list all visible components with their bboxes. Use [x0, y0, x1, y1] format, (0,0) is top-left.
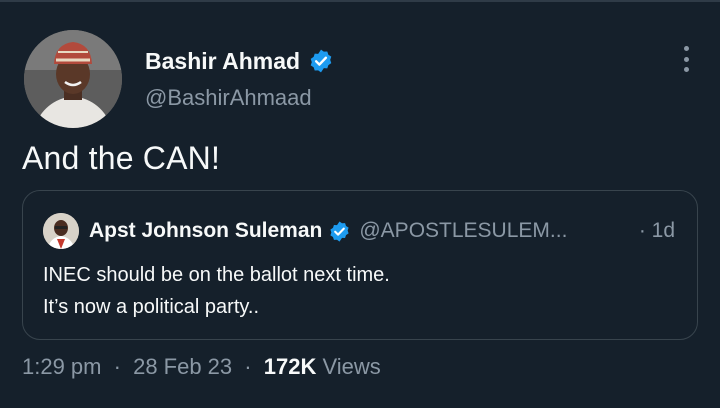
quoted-tweet-card[interactable]: Apst Johnson Suleman @APOSTLESULEM... · … — [22, 190, 698, 340]
author-display-name[interactable]: Bashir Ahmad — [145, 48, 300, 75]
quoted-tweet-line: It’s now a political party.. — [43, 296, 260, 318]
tweet-text: And the CAN! — [22, 140, 221, 176]
verified-badge-icon — [310, 49, 332, 73]
more-options-icon[interactable] — [680, 46, 692, 72]
quoted-tweet-header: Apst Johnson Suleman @APOSTLESULEM... — [43, 213, 567, 249]
quoted-author-avatar-image — [43, 213, 79, 249]
top-divider — [0, 0, 720, 2]
meta-separator: · — [244, 354, 252, 379]
quoted-author-handle[interactable]: @APOSTLESULEM... — [359, 219, 567, 243]
views-label[interactable]: Views — [322, 354, 380, 379]
quoted-author-avatar[interactable] — [43, 213, 79, 249]
more-dot — [683, 67, 689, 72]
quoted-verified-badge-icon — [330, 220, 349, 242]
tweet-time[interactable]: 1:29 pm — [22, 354, 102, 379]
tweet-date[interactable]: 28 Feb 23 — [133, 354, 232, 379]
quoted-author-display-name[interactable]: Apst Johnson Suleman — [89, 219, 322, 243]
more-dot — [683, 46, 689, 51]
meta-separator: · — [113, 354, 121, 379]
quoted-tweet-time[interactable]: · 1d — [639, 219, 675, 243]
more-dot — [683, 56, 689, 62]
tweet-meta: 1:29 pm · 28 Feb 23 · 172K Views — [22, 354, 381, 380]
author-avatar-image — [24, 30, 122, 128]
author-avatar[interactable] — [24, 30, 122, 128]
quoted-tweet-text: INEC should be on the ballot next time. … — [43, 259, 390, 323]
views-count[interactable]: 172K — [264, 354, 317, 379]
quoted-tweet-line: INEC should be on the ballot next time. — [43, 264, 390, 286]
author-handle[interactable]: @BashirAhmaad — [145, 85, 312, 111]
author-name-row[interactable]: Bashir Ahmad — [145, 46, 334, 76]
